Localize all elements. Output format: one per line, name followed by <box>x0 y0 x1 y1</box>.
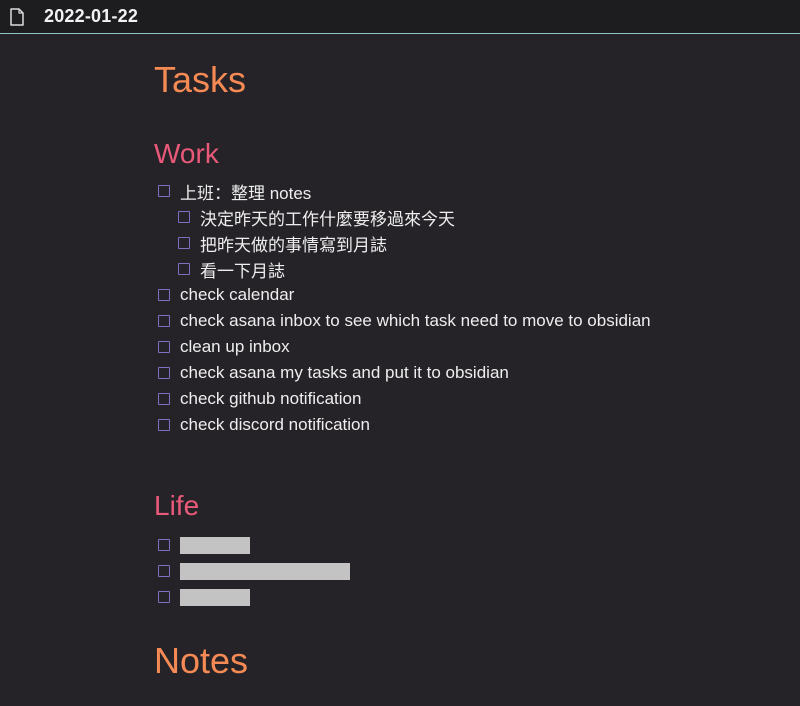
task-checkbox[interactable] <box>158 341 170 353</box>
note-title[interactable]: 2022-01-22 <box>44 6 138 27</box>
task-item: check github notification <box>158 388 361 410</box>
task-item: 上班：整理 notes <box>158 180 312 203</box>
task-label: 上班：整理 notes <box>180 183 312 203</box>
task-label: check asana my tasks and put it to obsid… <box>180 363 509 382</box>
task-checkbox[interactable] <box>178 237 190 249</box>
task-item: check calendar <box>158 284 294 306</box>
file-icon <box>10 8 24 26</box>
task-checkbox[interactable] <box>158 565 170 577</box>
heading-life: Life <box>154 490 200 521</box>
subtask-item: 看一下月誌 <box>178 258 285 281</box>
task-label: check github notification <box>180 389 362 408</box>
title-bar: 2022-01-22 <box>0 0 800 34</box>
heading-tasks: Tasks <box>154 59 247 100</box>
subtask-item: 決定昨天的工作什麼要移過來今天 <box>178 206 455 229</box>
task-checkbox[interactable] <box>158 539 170 551</box>
task-checkbox[interactable] <box>158 315 170 327</box>
task-checkbox[interactable] <box>158 419 170 431</box>
task-checkbox[interactable] <box>178 263 190 275</box>
task-label: clean up inbox <box>180 337 290 356</box>
task-item: check asana inbox to see which task need… <box>158 310 651 332</box>
redacted-text <box>180 588 250 606</box>
task-checkbox[interactable] <box>158 185 170 197</box>
task-label: check discord notification <box>180 415 370 434</box>
task-checkbox[interactable] <box>158 591 170 603</box>
task-checkbox[interactable] <box>158 289 170 301</box>
redacted-text <box>180 562 350 580</box>
redacted-text <box>180 536 250 554</box>
task-label: 看一下月誌 <box>200 261 285 281</box>
task-checkbox[interactable] <box>178 211 190 223</box>
task-checkbox[interactable] <box>158 367 170 379</box>
task-item <box>158 586 250 608</box>
heading-work: Work <box>154 138 219 169</box>
task-item <box>158 560 350 582</box>
heading-notes: Notes <box>154 640 249 681</box>
task-item <box>158 534 250 556</box>
task-item: check asana my tasks and put it to obsid… <box>158 362 509 384</box>
editor-content[interactable]: Tasks Work 上班：整理 notes 決定昨天的工作什麼要移過來今天 把… <box>0 35 800 706</box>
task-item: check discord notification <box>158 414 370 436</box>
task-item: clean up inbox <box>158 336 290 358</box>
task-label: check asana inbox to see which task need… <box>180 311 651 330</box>
subtask-item: 把昨天做的事情寫到月誌 <box>178 232 387 255</box>
task-label: check calendar <box>180 285 295 304</box>
task-label: 決定昨天的工作什麼要移過來今天 <box>200 209 455 229</box>
task-checkbox[interactable] <box>158 393 170 405</box>
task-label: 把昨天做的事情寫到月誌 <box>200 235 387 255</box>
